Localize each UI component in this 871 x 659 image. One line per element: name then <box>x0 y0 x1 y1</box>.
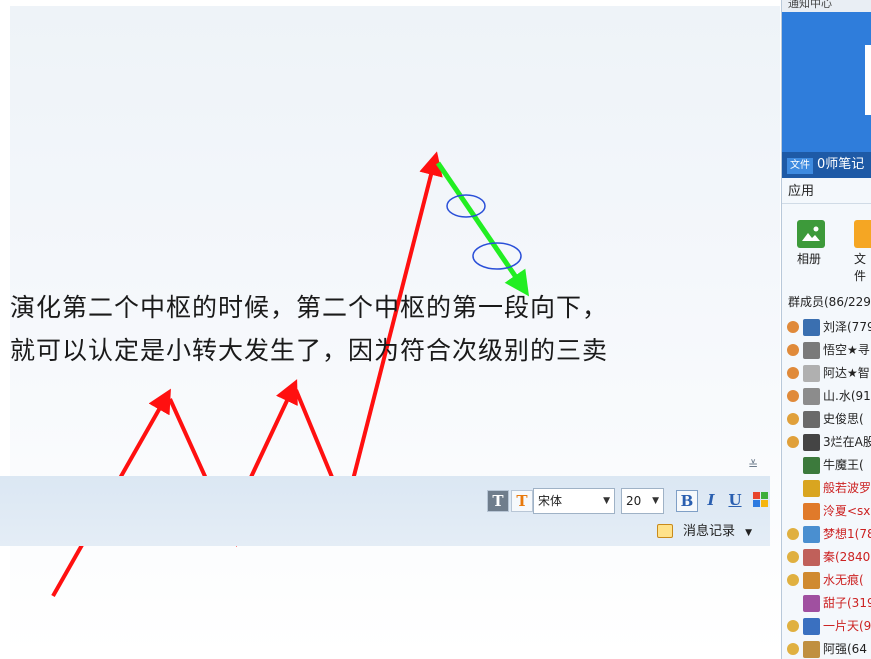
chevron-down-icon: ▼ <box>603 496 610 506</box>
member-name: 水无痕( <box>823 573 864 587</box>
member-row[interactable]: 山.水(91 <box>782 385 871 408</box>
member-role-icon <box>787 551 799 563</box>
avatar <box>803 365 820 382</box>
underline-button[interactable]: U <box>724 490 746 512</box>
member-row[interactable]: 秦(2840 <box>782 546 871 569</box>
member-name: 般若波罗 <box>823 481 871 495</box>
member-role-icon <box>787 367 799 379</box>
collapse-icon[interactable]: ≚ <box>748 458 758 472</box>
group-side-panel: 通知中心 文件 0师笔记 应用 相册 文件 群成员(86/229 刘泽(779 悟空… <box>781 0 871 659</box>
message-record-button[interactable]: 消息记录 ▼ <box>657 522 752 542</box>
member-row[interactable]: 史俊思( <box>782 408 871 431</box>
member-name: 梦想1(78 <box>823 527 871 541</box>
member-row[interactable]: 阿强(64 <box>782 638 871 659</box>
member-row[interactable]: 一片天(9 <box>782 615 871 638</box>
member-role-icon <box>787 574 799 586</box>
italic-button[interactable]: I <box>700 490 722 512</box>
avatar <box>803 503 820 520</box>
member-row[interactable]: 阿达★智 <box>782 362 871 385</box>
avatar <box>803 388 820 405</box>
divider <box>782 203 871 204</box>
app-label-file: 文件 <box>854 252 867 283</box>
avatar <box>803 457 820 474</box>
avatar <box>803 595 820 612</box>
member-role-icon <box>787 413 799 425</box>
chevron-down-icon: ▼ <box>745 528 753 538</box>
member-name: 史俊思( <box>823 412 864 426</box>
shared-file-bar[interactable]: 文件 0师笔记 <box>782 152 871 178</box>
avatar <box>803 549 820 566</box>
font-size-select[interactable]: 20 ▼ <box>621 488 664 514</box>
avatar <box>803 480 820 497</box>
caption-line-1: 演化第二个中枢的时候，第二个中枢的第一段向下， <box>10 293 609 322</box>
member-name: 山.水(91 <box>823 389 871 403</box>
font-family-select[interactable]: 宋体 ▼ <box>533 488 615 514</box>
member-list: 刘泽(779 悟空★寻阿达★智山.水(91 史俊思( 3烂在A股牛魔王( 般若波罗泠夏<… <box>782 316 871 659</box>
member-row[interactable]: 般若波罗 <box>782 477 871 500</box>
file-badge: 文件 <box>787 158 813 174</box>
member-name: 3烂在A股 <box>823 435 871 449</box>
member-name: 刘泽(779 <box>823 320 871 334</box>
avatar <box>803 641 820 658</box>
member-role-icon <box>787 528 799 540</box>
message-record-icon <box>657 524 673 538</box>
member-name: 秦(2840 <box>823 550 871 564</box>
member-role-icon <box>787 390 799 402</box>
app-label-album: 相册 <box>797 252 822 266</box>
member-role-icon <box>787 344 799 356</box>
member-row[interactable]: 悟空★寻 <box>782 339 871 362</box>
avatar <box>803 434 820 451</box>
notice-document-icon <box>865 45 871 115</box>
member-row[interactable]: 水无痕( <box>782 569 871 592</box>
member-row[interactable]: 牛魔王( <box>782 454 871 477</box>
bold-button[interactable]: B <box>676 490 698 512</box>
text-style-button[interactable]: T <box>487 490 509 512</box>
avatar <box>803 572 820 589</box>
folder-icon[interactable] <box>854 220 871 248</box>
members-section-title: 群成员(86/229 <box>788 295 871 309</box>
member-row[interactable]: 泠夏<sx <box>782 500 871 523</box>
notice-title: 通知中心 <box>782 0 871 12</box>
member-name: 一片天(9 <box>823 619 871 633</box>
member-role-icon <box>787 321 799 333</box>
member-row[interactable]: 甜子(319 <box>782 592 871 615</box>
chevron-down-icon: ▼ <box>652 496 659 506</box>
member-name: 甜子(319 <box>823 596 871 610</box>
avatar <box>803 319 820 336</box>
member-name: 悟空★寻 <box>823 343 870 357</box>
member-role-icon <box>787 436 799 448</box>
file-name: 0师笔记 <box>817 157 865 172</box>
avatar <box>803 411 820 428</box>
album-icon[interactable] <box>797 220 825 248</box>
member-name: 牛魔王( <box>823 458 864 472</box>
group-notice-banner[interactable] <box>782 12 871 152</box>
message-record-label: 消息记录 <box>683 524 736 539</box>
member-name: 阿达★智 <box>823 366 870 380</box>
color-palette-icon[interactable] <box>752 490 770 512</box>
member-name: 阿强(64 <box>823 642 867 656</box>
member-row[interactable]: 3烂在A股 <box>782 431 871 454</box>
avatar <box>803 342 820 359</box>
avatar <box>803 526 820 543</box>
member-row[interactable]: 梦想1(78 <box>782 523 871 546</box>
font-family-value: 宋体 <box>538 494 563 508</box>
chat-message-area: 演化第二个中枢的时候，第二个中枢的第一段向下， 就可以认定是小转大发生了，因为符… <box>10 6 780 656</box>
font-size-value: 20 <box>626 494 642 508</box>
apps-section-title: 应用 <box>788 184 815 199</box>
avatar <box>803 618 820 635</box>
text-color-button[interactable]: T <box>511 490 533 512</box>
member-role-icon <box>787 620 799 632</box>
member-name: 泠夏<sx <box>823 504 871 518</box>
member-role-icon <box>787 643 799 655</box>
caption-line-2: 就可以认定是小转大发生了，因为符合次级别的三卖 <box>10 336 609 365</box>
member-row[interactable]: 刘泽(779 <box>782 316 871 339</box>
